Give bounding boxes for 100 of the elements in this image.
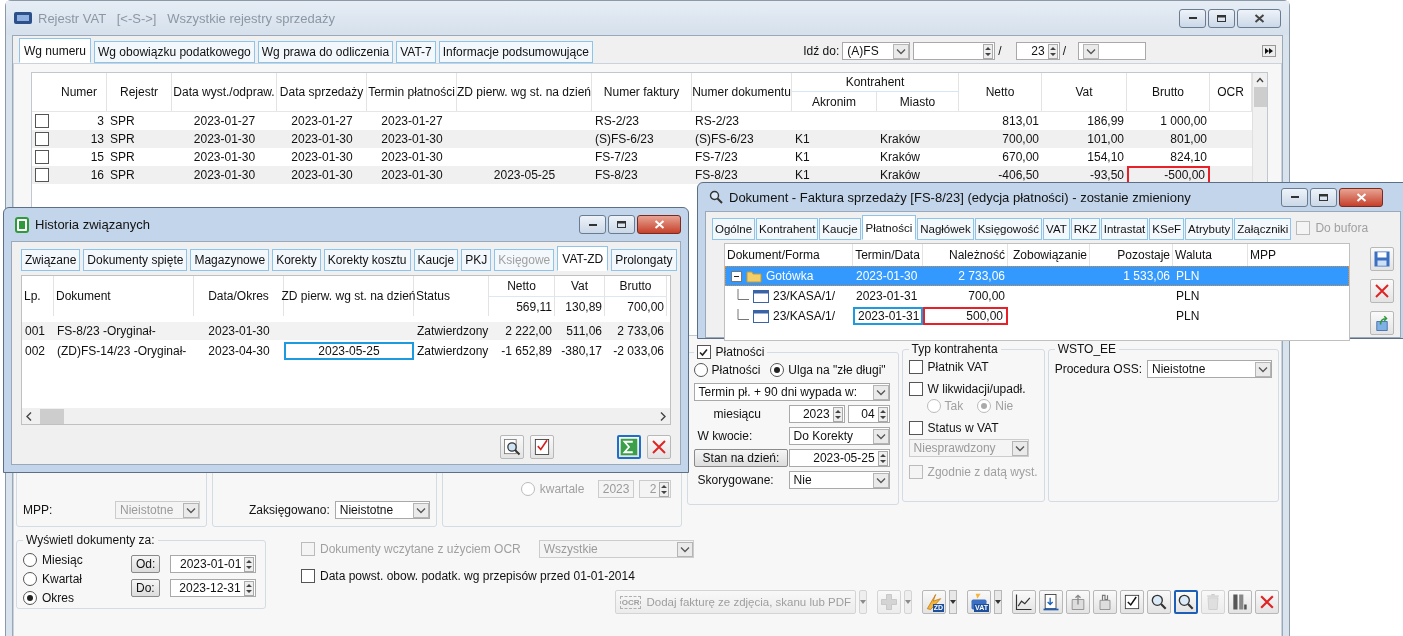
spin-field[interactable]: 2023-12-31 bbox=[169, 579, 256, 597]
table-cell: 2023-01-31 bbox=[853, 307, 923, 325]
checkbox[interactable] bbox=[908, 382, 923, 396]
state-date-button[interactable]: Stan na dzień: bbox=[693, 449, 789, 467]
dropdown[interactable]: Nie bbox=[788, 471, 890, 489]
checkbox-label: Płatnik VAT bbox=[927, 360, 989, 374]
tab[interactable]: Ogólne bbox=[712, 218, 756, 240]
tab[interactable]: Kaucje bbox=[819, 218, 861, 240]
tab[interactable]: Korekty kosztu bbox=[323, 249, 411, 271]
spin-field[interactable]: 2023-01-01 bbox=[170, 555, 257, 573]
preview-button[interactable] bbox=[500, 435, 524, 459]
checkbox[interactable] bbox=[35, 150, 49, 164]
dropdown-arrow-button[interactable] bbox=[949, 590, 957, 614]
radio-button[interactable] bbox=[977, 399, 992, 413]
table-cell-text: 001 bbox=[24, 323, 47, 340]
column-header: Dokument bbox=[54, 276, 194, 316]
sum-button[interactable] bbox=[617, 435, 641, 459]
from-button[interactable]: Od: bbox=[131, 555, 161, 573]
close-button[interactable] bbox=[1255, 590, 1279, 614]
table-cell-text: FS-7/23 bbox=[694, 149, 739, 166]
dropdown[interactable]: Do Korekty bbox=[788, 427, 890, 445]
spin-field[interactable]: 2023-05-25 bbox=[788, 449, 890, 467]
tab[interactable]: Atrybuty bbox=[1185, 218, 1234, 240]
maximize-button[interactable] bbox=[1310, 187, 1337, 207]
checkbox-label: Do bufora bbox=[1315, 221, 1369, 235]
tab[interactable]: Związane bbox=[21, 249, 81, 271]
dropdown[interactable]: Termin pł. + 90 dni wypada w: bbox=[693, 383, 890, 401]
approve-button[interactable] bbox=[530, 435, 554, 459]
tab[interactable]: Nagłówek bbox=[917, 218, 974, 240]
checkbox-label: Status w VAT bbox=[927, 421, 999, 435]
checkbox[interactable] bbox=[35, 168, 49, 182]
dropdown-arrow-button[interactable] bbox=[994, 590, 1002, 614]
import-button[interactable] bbox=[1039, 590, 1063, 614]
maximize-button[interactable] bbox=[608, 215, 635, 234]
close-button[interactable] bbox=[647, 435, 671, 459]
caret-icon bbox=[1083, 43, 1099, 59]
tab[interactable]: Księgowość bbox=[974, 218, 1043, 240]
columns-button[interactable] bbox=[1228, 590, 1252, 614]
search-button[interactable] bbox=[1147, 590, 1171, 614]
tab[interactable]: Dokumenty spięte bbox=[83, 249, 188, 271]
spin-field[interactable]: 2023 bbox=[788, 405, 845, 423]
columns-icon bbox=[1230, 592, 1250, 612]
radio-button[interactable] bbox=[520, 482, 535, 496]
tab[interactable]: Kontrahent bbox=[756, 218, 819, 240]
table-cell-text: -406,50 bbox=[997, 167, 1040, 184]
tree-line-icon bbox=[737, 309, 749, 320]
to-button[interactable]: Do: bbox=[131, 579, 160, 597]
field-label: Zaksięgowano: bbox=[249, 503, 330, 517]
radio-button[interactable] bbox=[770, 363, 785, 377]
radio-button[interactable] bbox=[23, 572, 37, 586]
tab[interactable]: KSeF bbox=[1149, 218, 1185, 240]
collapse-icon[interactable] bbox=[731, 270, 742, 282]
spin-field[interactable]: 04 bbox=[847, 405, 890, 423]
close-button[interactable] bbox=[637, 215, 681, 234]
table-cell-text: PLN bbox=[1175, 268, 1201, 285]
tab[interactable]: PKJ bbox=[461, 249, 492, 271]
save-button[interactable] bbox=[1370, 247, 1394, 271]
search-button[interactable] bbox=[1174, 590, 1198, 614]
chart-button[interactable] bbox=[1012, 590, 1036, 614]
tab[interactable]: Płatności bbox=[861, 215, 917, 240]
tab[interactable]: Magazynowe bbox=[190, 249, 270, 271]
scrollbar-thumb[interactable] bbox=[40, 408, 64, 424]
radio-button[interactable] bbox=[693, 363, 708, 377]
minimize-icon bbox=[1289, 195, 1300, 199]
tab[interactable]: VAT-ZD bbox=[557, 246, 609, 271]
radio-button[interactable] bbox=[23, 591, 37, 605]
table-cell-text: 154,10 bbox=[1086, 149, 1125, 166]
radio-button[interactable] bbox=[23, 553, 37, 567]
hand-button[interactable] bbox=[1093, 590, 1117, 614]
tab[interactable]: Kaucje bbox=[413, 249, 459, 271]
radio-label: kwartale bbox=[539, 482, 585, 496]
field-label: miesiącu bbox=[713, 407, 761, 421]
minimize-button[interactable] bbox=[1281, 187, 1308, 207]
separator-text: / bbox=[998, 44, 1002, 58]
table-cell: 500,00 bbox=[923, 307, 1008, 325]
tab[interactable]: Załączniki bbox=[1234, 218, 1292, 240]
checkbox[interactable] bbox=[301, 569, 315, 583]
check-button[interactable] bbox=[1120, 590, 1144, 614]
tab[interactable]: RKZ bbox=[1070, 218, 1100, 240]
checkbox[interactable] bbox=[696, 345, 711, 359]
sum-icon bbox=[620, 438, 638, 456]
dropdown[interactable]: Nieistotne bbox=[1147, 360, 1272, 378]
close-button[interactable] bbox=[1339, 187, 1383, 207]
tab[interactable]: Prolongaty bbox=[611, 249, 677, 271]
radio-button[interactable] bbox=[926, 399, 941, 413]
spinner-arrows-icon bbox=[877, 406, 888, 422]
dropdown[interactable]: Nieistotne bbox=[334, 501, 430, 519]
checkbox[interactable] bbox=[908, 421, 923, 435]
checkbox[interactable] bbox=[35, 114, 49, 128]
tab[interactable]: Korekty bbox=[272, 249, 321, 271]
delete-button[interactable] bbox=[1370, 279, 1394, 303]
checkbox[interactable] bbox=[908, 360, 923, 374]
checkbox-label: Data powst. obow. podatk. wg przepisów przed 01-01-2014 bbox=[320, 569, 635, 583]
checkbox[interactable] bbox=[35, 132, 49, 146]
export-button[interactable] bbox=[1370, 311, 1394, 335]
tab[interactable]: Intrastat bbox=[1100, 218, 1149, 240]
column-total: 130,89 bbox=[555, 296, 605, 316]
minimize-button[interactable] bbox=[579, 215, 606, 234]
scrollbar-thumb[interactable] bbox=[1253, 87, 1267, 107]
tab[interactable]: VAT bbox=[1043, 218, 1070, 240]
